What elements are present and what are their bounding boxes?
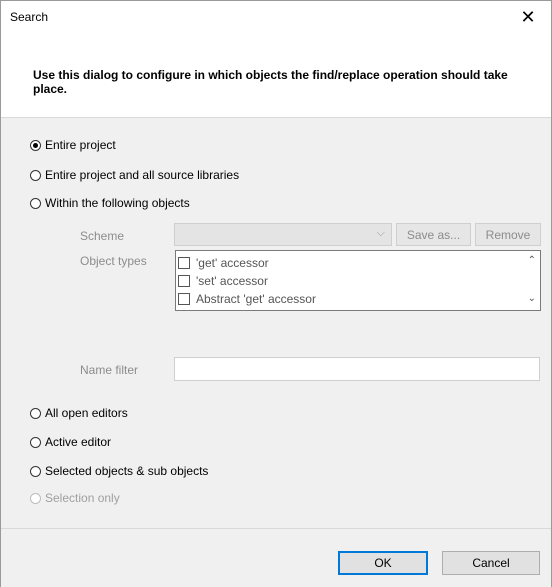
window-title: Search — [10, 10, 49, 24]
radio-circle — [30, 197, 41, 209]
scheme-combobox[interactable]: ⌵ — [174, 223, 392, 246]
chevron-down-icon: ⌵ — [376, 227, 385, 239]
radio-circle — [30, 465, 41, 477]
save-as-button[interactable]: Save as... — [396, 223, 471, 246]
checkbox[interactable] — [178, 275, 190, 287]
header-description: Use this dialog to configure in which ob… — [33, 68, 508, 96]
radio-circle — [30, 169, 41, 181]
radio-label: Entire project and all source libraries — [45, 168, 240, 182]
radio-within-objects[interactable]: Within the following objects — [30, 196, 190, 210]
checkbox[interactable] — [178, 257, 190, 269]
dialog-footer: OK Cancel — [1, 528, 551, 587]
radio-active-editor[interactable]: Active editor — [30, 435, 111, 449]
dialog-header: Use this dialog to configure in which ob… — [1, 33, 551, 118]
radio-entire-project[interactable]: Entire project — [30, 138, 116, 152]
list-scrollbar[interactable]: ⌃ ⌄ — [523, 251, 540, 310]
radio-selection-only[interactable]: Selection only — [30, 491, 120, 505]
radio-all-open-editors[interactable]: All open editors — [30, 406, 128, 420]
radio-label: Selected objects & sub objects — [45, 464, 209, 478]
radio-label: Within the following objects — [45, 196, 190, 210]
radio-label: Selection only — [45, 491, 120, 505]
list-item-label: Abstract 'get' accessor — [196, 292, 316, 306]
name-filter-input[interactable] — [174, 357, 540, 381]
radio-circle — [30, 407, 41, 419]
scheme-label: Scheme — [80, 229, 125, 243]
chevron-down-icon[interactable]: ⌄ — [528, 293, 536, 304]
list-item-label: 'set' accessor — [196, 274, 268, 288]
ok-button[interactable]: OK — [338, 551, 428, 575]
list-item[interactable]: Abstract 'get' accessor — [178, 290, 316, 308]
close-button[interactable]: ✕ — [505, 1, 551, 33]
radio-label: Active editor — [45, 435, 112, 449]
list-item[interactable]: 'set' accessor — [178, 272, 268, 290]
radio-entire-project-libs[interactable]: Entire project and all source libraries — [30, 168, 239, 182]
list-item[interactable]: 'get' accessor — [178, 254, 269, 272]
radio-circle — [30, 139, 41, 151]
checkbox[interactable] — [178, 293, 190, 305]
search-dialog: Search ✕ Use this dialog to configure in… — [0, 0, 552, 587]
remove-button[interactable]: Remove — [475, 223, 541, 246]
radio-label: All open editors — [45, 406, 128, 420]
name-filter-label: Name filter — [80, 363, 139, 377]
radio-circle — [30, 436, 41, 448]
radio-selected-objects[interactable]: Selected objects & sub objects — [30, 464, 208, 478]
chevron-up-icon[interactable]: ⌃ — [528, 255, 536, 266]
radio-label: Entire project — [45, 138, 116, 152]
radio-circle — [30, 492, 41, 504]
object-types-label: Object types — [80, 254, 147, 268]
list-item-label: 'get' accessor — [196, 256, 269, 270]
close-icon: ✕ — [520, 6, 536, 27]
title-bar: Search ✕ — [1, 1, 551, 33]
cancel-button[interactable]: Cancel — [442, 551, 540, 575]
object-types-list[interactable]: 'get' accessor 'set' accessor Abstract '… — [175, 250, 541, 311]
